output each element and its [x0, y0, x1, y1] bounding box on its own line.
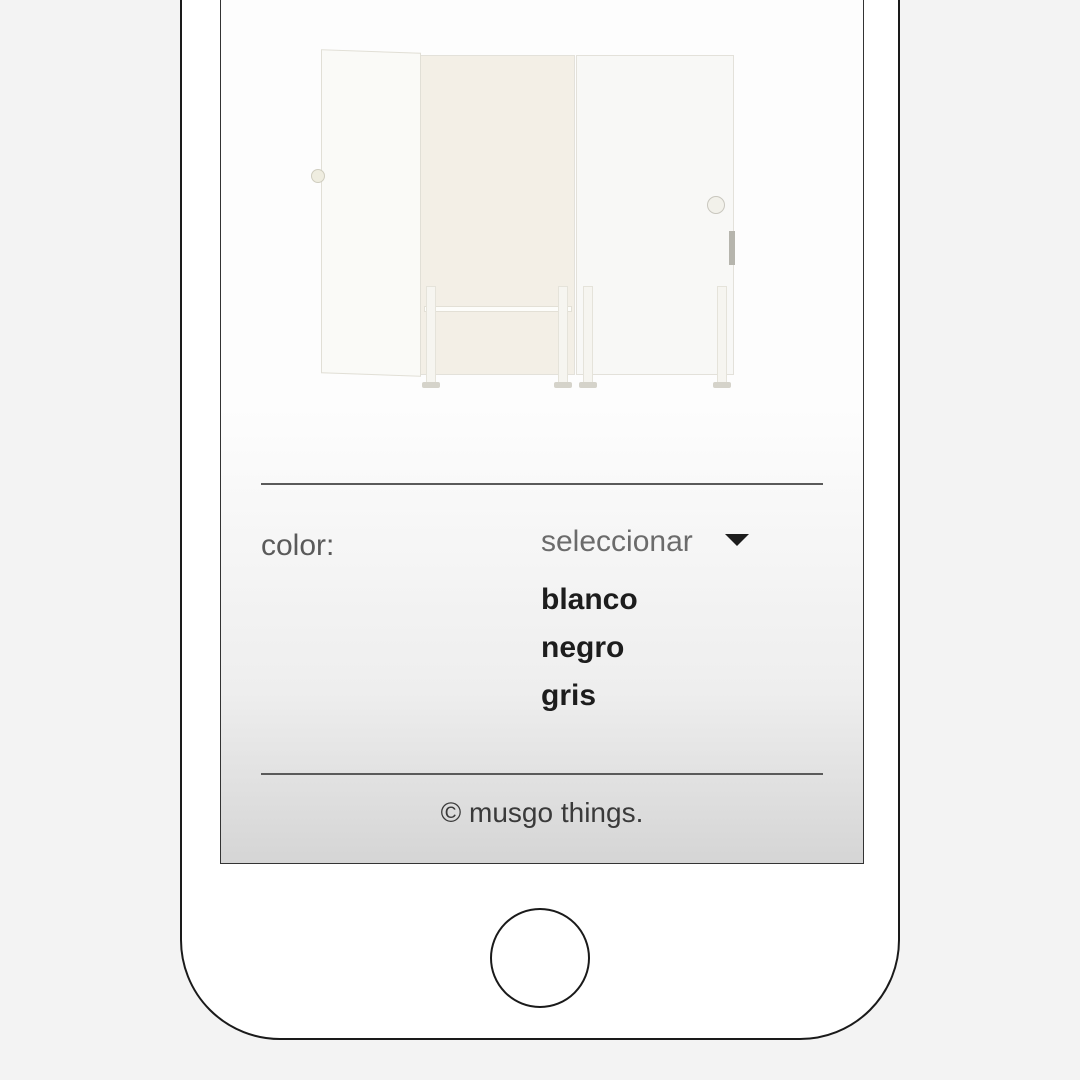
cabinet-leg-icon — [558, 286, 568, 386]
color-select: seleccionar blanco negro gris — [541, 525, 823, 713]
cabinet-right — [576, 55, 734, 375]
color-option-label: color: — [261, 525, 541, 563]
color-option-blanco[interactable]: blanco — [541, 583, 823, 617]
color-select-placeholder: seleccionar — [541, 525, 693, 559]
product-image — [261, 0, 823, 483]
divider — [261, 483, 823, 485]
shadow-icon — [422, 382, 440, 388]
shadow-icon — [579, 382, 597, 388]
footer-copyright: © musgo things. — [261, 797, 823, 859]
cabinet-right-latch — [729, 231, 735, 265]
cabinet-leg-icon — [426, 286, 436, 386]
color-options-list: blanco negro gris — [541, 583, 823, 713]
divider — [261, 773, 823, 775]
cabinet-left — [419, 55, 575, 375]
cabinet-left-knob — [311, 169, 325, 183]
cabinet-leg-icon — [583, 286, 593, 386]
color-option-gris[interactable]: gris — [541, 679, 823, 713]
chevron-down-icon — [723, 525, 751, 559]
screen: color: seleccionar blanco negro gris — [220, 0, 864, 864]
cabinet-left-door — [321, 49, 421, 376]
cabinet-right-knob — [707, 196, 725, 214]
color-select-trigger[interactable]: seleccionar — [541, 525, 823, 559]
cabinet-leg-icon — [717, 286, 727, 386]
color-option-row: color: seleccionar blanco negro gris — [261, 525, 823, 713]
shadow-icon — [713, 382, 731, 388]
cabinet-shelf — [424, 306, 572, 312]
phone-frame: color: seleccionar blanco negro gris — [180, 0, 900, 1040]
shadow-icon — [554, 382, 572, 388]
color-option-negro[interactable]: negro — [541, 631, 823, 665]
home-button[interactable] — [490, 908, 590, 1008]
